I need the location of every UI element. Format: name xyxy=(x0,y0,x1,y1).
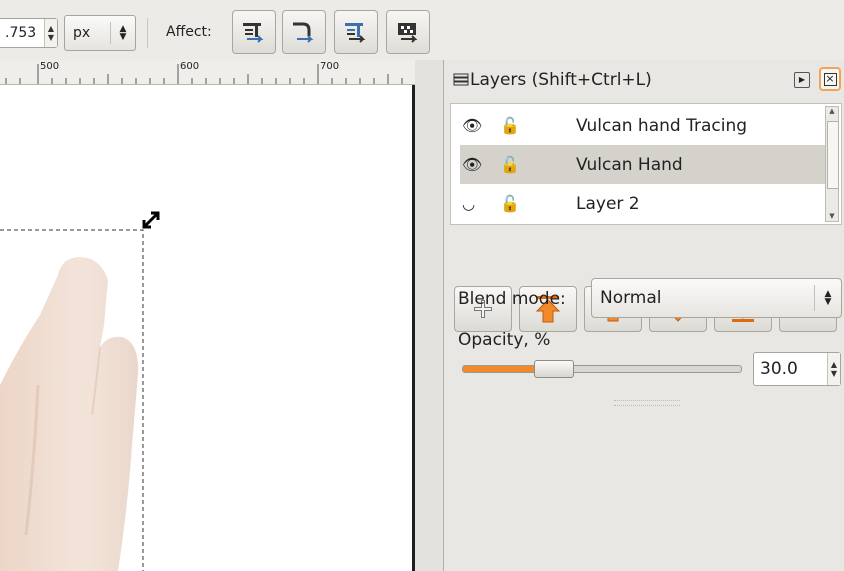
unlock-icon[interactable]: 🔓 xyxy=(500,194,528,213)
ruler-label-600: 600 xyxy=(180,61,200,72)
move-gradients-icon xyxy=(345,23,366,43)
close-icon: × xyxy=(823,71,837,86)
opacity-spin-arrows[interactable]: ▲ ▼ xyxy=(827,353,840,385)
ruler-label-500: 500 xyxy=(40,61,60,72)
ruler-label-700: 700 xyxy=(320,61,340,72)
opacity-slider[interactable] xyxy=(462,360,742,378)
drawing-canvas[interactable] xyxy=(0,85,432,571)
layers-panel-title: Layers (Shift+Ctrl+L) xyxy=(470,70,652,90)
blend-mode-label-text: Blend mode: xyxy=(458,289,566,309)
unit-value: px xyxy=(73,25,91,41)
tool-controls-bar: .753 ▲ ▼ px ▲ ▼ Affect: xyxy=(0,0,844,61)
scale-corners-button[interactable] xyxy=(282,10,326,54)
opacity-slider-thumb[interactable] xyxy=(534,360,574,378)
scroll-up-icon[interactable]: ▲ xyxy=(826,107,838,115)
blend-mode-value: Normal xyxy=(600,288,662,308)
toolbar-separator xyxy=(147,18,148,48)
blend-mode-select[interactable]: Normal ▲ ▼ xyxy=(591,278,842,318)
layer-list[interactable]: 👁 🔓 Vulcan hand Tracing 👁 🔓 Vulcan Hand … xyxy=(450,103,842,225)
unit-select[interactable]: px ▲ ▼ xyxy=(64,15,136,51)
move-gradients-button[interactable] xyxy=(334,10,378,54)
canvas-gutter xyxy=(415,60,443,571)
affect-label: Affect: xyxy=(166,24,212,40)
width-value[interactable]: .753 xyxy=(0,19,44,47)
list-item[interactable]: ◡ 🔓 Layer 2 xyxy=(460,184,826,223)
hand-image[interactable] xyxy=(0,85,432,571)
chevron-updown-icon: ▲ ▼ xyxy=(824,289,832,307)
layer-list-scrollbar[interactable]: ▲ ▼ xyxy=(825,106,839,222)
layer-name[interactable]: Vulcan hand Tracing xyxy=(576,116,747,136)
width-spin-arrows[interactable]: ▲ ▼ xyxy=(44,19,57,47)
chevron-updown-icon: ▲ ▼ xyxy=(119,24,127,42)
width-spinbox[interactable]: .753 ▲ ▼ xyxy=(0,18,58,48)
move-patterns-button[interactable] xyxy=(386,10,430,54)
eye-icon[interactable]: 👁 xyxy=(462,155,486,174)
layers-panel: Layers (Shift+Ctrl+L) ▶ × 👁 🔓 Vulcan han… xyxy=(443,60,844,571)
eye-closed-icon[interactable]: ◡ xyxy=(462,195,486,213)
ruler-ticks xyxy=(5,64,403,84)
resize-handle-icon[interactable] xyxy=(142,211,160,229)
move-patterns-icon xyxy=(398,23,418,43)
list-item-selected[interactable]: 👁 🔓 Vulcan Hand xyxy=(460,145,826,184)
horizontal-ruler[interactable]: 500 600 700 xyxy=(0,60,432,85)
panel-close-button[interactable]: × xyxy=(819,67,841,91)
opacity-spinbox[interactable]: 30.0 ▲ ▼ xyxy=(753,352,841,386)
unlock-icon[interactable]: 🔓 xyxy=(500,116,528,135)
scrollbar-thumb[interactable] xyxy=(827,121,839,189)
opacity-value[interactable]: 30.0 xyxy=(754,353,827,385)
layer-name[interactable]: Vulcan Hand xyxy=(576,155,683,175)
panel-dock-icon[interactable]: ▶ xyxy=(794,72,810,88)
list-item[interactable]: 👁 🔓 Vulcan hand Tracing xyxy=(460,106,826,145)
unlock-icon[interactable]: 🔓 xyxy=(500,155,528,174)
scroll-down-icon[interactable]: ▼ xyxy=(826,212,838,220)
scale-stroke-icon xyxy=(243,23,264,43)
opacity-label: Opacity, % xyxy=(458,330,551,350)
scale-corners-icon xyxy=(293,22,314,43)
panel-resize-grip[interactable] xyxy=(614,400,680,406)
layers-panel-icon xyxy=(452,70,470,92)
layer-name[interactable]: Layer 2 xyxy=(576,194,640,214)
scale-stroke-button[interactable] xyxy=(232,10,276,54)
eye-icon[interactable]: 👁 xyxy=(462,116,486,135)
